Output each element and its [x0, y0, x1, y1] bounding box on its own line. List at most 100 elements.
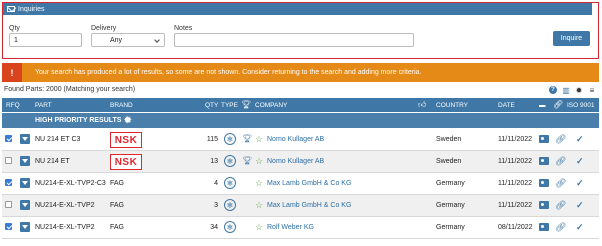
- brand-logo: NSK: [110, 154, 142, 170]
- star-icon[interactable]: ☆: [255, 200, 263, 211]
- checkmark-icon: ✓: [576, 134, 584, 144]
- star-icon[interactable]: ☆: [255, 134, 263, 145]
- expand-icon[interactable]: [20, 156, 30, 166]
- id-card-icon[interactable]: [539, 135, 549, 143]
- checkmark-icon: ✓: [576, 156, 584, 166]
- date: 11/11/2022: [498, 136, 532, 143]
- quantity: 115: [206, 136, 218, 143]
- date: 11/11/2022: [498, 202, 532, 209]
- quantity: 34: [210, 224, 218, 231]
- company-link[interactable]: Nomo Kullager AB: [267, 136, 324, 143]
- link-icon[interactable]: 🔗︎: [555, 178, 566, 189]
- brand-name: FAG: [110, 202, 125, 209]
- qty-value: 1: [14, 37, 18, 44]
- col-qty[interactable]: QTY: [205, 102, 218, 109]
- high-priority-section: HIGH PRIORITY RESULTS ✹: [2, 113, 599, 128]
- quantity: 3: [214, 202, 218, 209]
- link-icon[interactable]: 🔗︎: [555, 222, 566, 233]
- country: Sweden: [436, 136, 462, 143]
- map-icon[interactable]: ▥: [562, 86, 570, 95]
- company-link[interactable]: Nomo Kullager AB: [267, 158, 324, 165]
- link-icon[interactable]: 🔗︎: [555, 156, 566, 167]
- expand-icon[interactable]: [20, 178, 30, 188]
- table-row[interactable]: NU 214 ET C3 NSK 115 ❄︎ 🏆︎ ☆ Nomo Kullager AB S…: [2, 129, 599, 151]
- checkmark-icon: ✓: [576, 200, 584, 210]
- id-card-icon[interactable]: [539, 157, 549, 165]
- link-icon[interactable]: 🔗︎: [555, 134, 566, 145]
- col-country[interactable]: COUNTRY: [436, 102, 468, 109]
- table-row[interactable]: NU214-E-XL-TVP2 FAG 34 ❄︎ ☆ Rolf Weber KG Germ…: [2, 217, 599, 239]
- filter-icon[interactable]: ≡: [588, 86, 596, 95]
- part-number[interactable]: NU214-E-XL-TVP2: [35, 202, 95, 209]
- col-type[interactable]: TYPE: [221, 102, 238, 109]
- col-part[interactable]: PART: [35, 102, 52, 109]
- snowflake-icon: ❄︎: [224, 221, 236, 233]
- warning-text: Your search has produced a lot of result…: [35, 69, 422, 76]
- table-row[interactable]: NU214-E-XL-TVP2 FAG 3 ❄︎ ☆ Max Lamb GmbH & Co…: [2, 195, 599, 217]
- inquire-button[interactable]: Inquire: [553, 31, 590, 46]
- rfq-checkbox[interactable]: [5, 223, 12, 230]
- star-icon[interactable]: ☆: [255, 178, 263, 189]
- company-link[interactable]: Rolf Weber KG: [267, 224, 314, 231]
- snowflake-icon: ❄︎: [224, 177, 236, 189]
- col-iso[interactable]: ISO 9001: [567, 102, 594, 109]
- part-number[interactable]: NU 214 ET C3: [35, 136, 80, 143]
- found-parts-count: Found Parts: 2000 (Matching your search): [4, 86, 136, 93]
- rfq-checkbox[interactable]: [5, 201, 12, 208]
- expand-icon[interactable]: [20, 200, 30, 210]
- notes-textarea[interactable]: [174, 33, 414, 47]
- id-card-icon[interactable]: [539, 223, 549, 231]
- gear-icon[interactable]: ✹: [124, 115, 132, 126]
- brand-logo: NSK: [110, 132, 142, 148]
- date: 08/11/2022: [498, 224, 533, 231]
- rfq-checkbox[interactable]: [5, 157, 12, 164]
- brand-name: FAG: [110, 224, 125, 231]
- col-date[interactable]: DATE: [498, 102, 515, 109]
- qty-input[interactable]: 1: [9, 33, 82, 47]
- trophy-icon: 🏆︎: [242, 156, 253, 165]
- trophy-icon: 🏆︎: [241, 100, 252, 109]
- col-company[interactable]: COMPANY: [255, 102, 287, 109]
- inquiry-header: Inquiries: [3, 3, 592, 15]
- company-link[interactable]: Max Lamb GmbH & Co KG: [267, 180, 351, 187]
- expand-icon[interactable]: [20, 222, 30, 232]
- col-rfq[interactable]: RFQ: [6, 102, 20, 109]
- id-card-icon[interactable]: [539, 179, 549, 187]
- delivery-select[interactable]: Any: [91, 33, 165, 47]
- id-card-icon[interactable]: [539, 201, 549, 209]
- star-icon[interactable]: ☆: [255, 156, 263, 167]
- expand-icon[interactable]: [20, 134, 30, 144]
- checkmark-icon: ✓: [576, 222, 584, 232]
- snowflake-icon: ❄︎: [224, 199, 236, 211]
- help-icon[interactable]: ?: [549, 86, 557, 94]
- country: Sweden: [436, 158, 462, 165]
- link-icon[interactable]: 🔗︎: [555, 200, 566, 211]
- country: Germany: [436, 202, 465, 209]
- checkmark-icon: ✓: [576, 178, 584, 188]
- thumbs-up-icon: 👍︎: [418, 100, 427, 109]
- toolbar: ? ▥ ✹ ≡: [549, 86, 596, 95]
- date: 11/11/2022: [498, 180, 532, 187]
- rfq-checkbox[interactable]: [5, 179, 12, 186]
- results-warning: ! Your search has produced a lot of resu…: [2, 63, 599, 82]
- part-number[interactable]: NU214-E-XL-TVP2: [35, 224, 95, 231]
- country: Germany: [436, 224, 465, 231]
- quantity: 13: [210, 158, 218, 165]
- col-brand[interactable]: BRAND: [110, 102, 133, 109]
- part-number[interactable]: NU 214 ET: [35, 158, 70, 165]
- part-number[interactable]: NU214-E-XL-TVP2-C3: [35, 180, 106, 187]
- brand-name: FAG: [110, 180, 125, 187]
- chevron-down-icon: [154, 37, 160, 43]
- quantity: 4: [214, 180, 218, 187]
- snowflake-icon: ❄︎: [224, 155, 236, 167]
- star-icon[interactable]: ☆: [255, 222, 263, 233]
- snowflake-icon: ❄︎: [224, 133, 236, 145]
- id-card-icon-header: ▬: [539, 102, 546, 109]
- notes-label: Notes: [174, 25, 193, 32]
- trophy-icon: 🏆︎: [242, 134, 253, 143]
- company-link[interactable]: Max Lamb GmbH & Co KG: [267, 202, 351, 209]
- settings-icon[interactable]: ✹: [575, 86, 583, 95]
- table-row[interactable]: NU 214 ET NSK 13 ❄︎ 🏆︎ ☆ Nomo Kullager AB Swede…: [2, 151, 599, 173]
- rfq-checkbox[interactable]: [5, 135, 12, 142]
- table-row[interactable]: NU214-E-XL-TVP2-C3 FAG 4 ❄︎ ☆ Max Lamb GmbH &…: [2, 173, 599, 195]
